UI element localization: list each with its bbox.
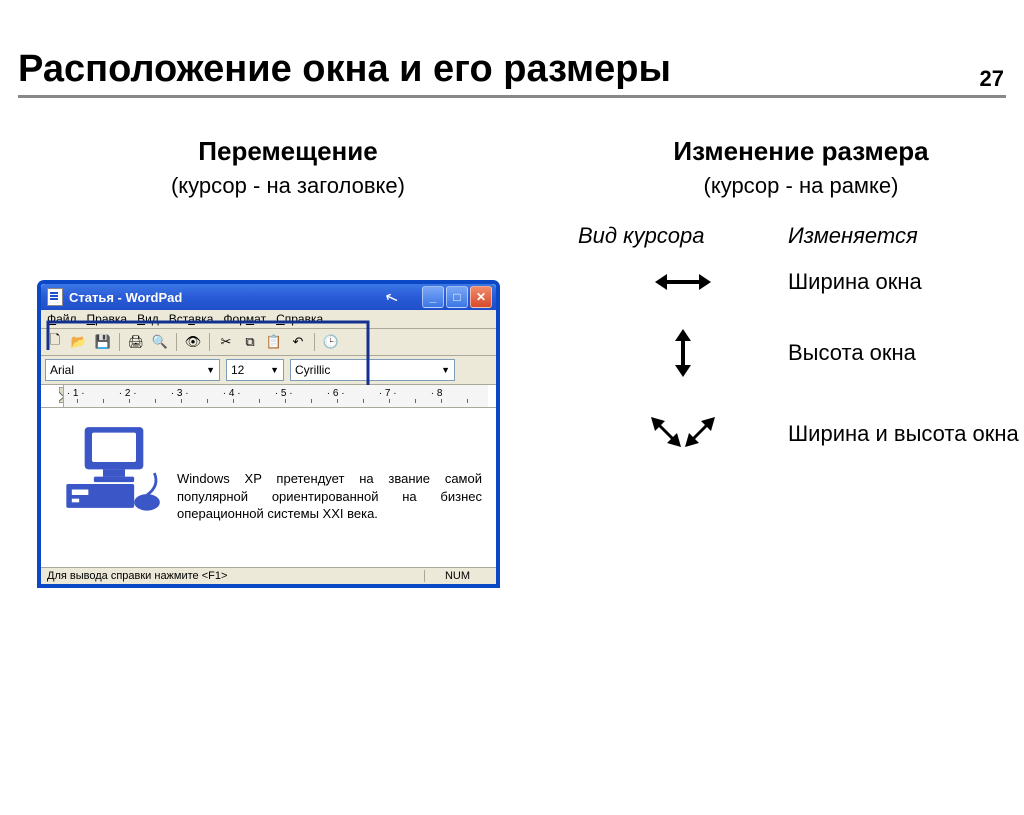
right-note: (курсор - на рамке) [578, 173, 1024, 199]
title-underline [18, 95, 1006, 98]
menu-view[interactable]: Вид [137, 312, 159, 326]
menu-edit[interactable]: Правка [87, 312, 128, 326]
undo-icon[interactable]: ↶ [288, 332, 308, 352]
slide-title: Расположение окна и его размеры [18, 48, 1024, 91]
wordpad-title-text: Статья - WordPad [69, 290, 182, 305]
open-icon[interactable]: 📂 [69, 332, 89, 352]
font-value: Arial [50, 363, 74, 377]
fontsize-value: 12 [231, 363, 244, 377]
save-icon[interactable]: 💾 [93, 332, 113, 352]
table-col1-header: Вид курсора [578, 223, 788, 249]
new-icon[interactable]: 🗋 [45, 332, 65, 352]
script-value: Cyrillic [295, 363, 330, 377]
left-note: (курсор - на заголовке) [38, 173, 538, 199]
find-icon[interactable]: 👁 [183, 332, 203, 352]
wordpad-statusbar: Для вывода справки нажмите <F1> NUM [41, 567, 496, 584]
menu-format[interactable]: Формат [223, 312, 266, 326]
datetime-icon[interactable]: 🕒 [321, 332, 341, 352]
wordpad-menubar: Файл Правка Вид Вставка Формат Справка [41, 310, 496, 329]
cursor-table: Вид курсора Изменяется Ширина окна [578, 223, 1024, 457]
menu-help[interactable]: Справка [276, 312, 323, 326]
table-row: Ширина и высота окна [578, 411, 1024, 457]
ruler-marks: · 1 · · 2 · · 3 · · 4 · · 5 · · 6 · · 7 … [64, 388, 488, 399]
table-col2-header: Изменяется [788, 223, 918, 249]
wordpad-content[interactable]: Windows XP претендует на звание самой по… [41, 408, 496, 567]
wordpad-ruler[interactable]: · 1 · · 2 · · 3 · · 4 · · 5 · · 6 · · 7 … [41, 385, 496, 408]
right-heading: Изменение размера [578, 136, 1024, 167]
dropdown-icon: ▼ [441, 365, 450, 375]
script-select[interactable]: Cyrillic ▼ [290, 359, 455, 381]
wordpad-app-icon [47, 288, 63, 306]
wordpad-titlebar[interactable]: Статья - WordPad ↖ _ □ ✕ [41, 284, 496, 310]
preview-icon[interactable]: 🔍 [150, 332, 170, 352]
font-select[interactable]: Arial ▼ [45, 359, 220, 381]
status-numlock: NUM [424, 570, 490, 582]
row-label: Высота окна [788, 340, 916, 366]
cut-icon[interactable]: ✂ [216, 332, 236, 352]
close-button[interactable]: ✕ [470, 286, 492, 308]
copy-icon[interactable]: ⧉ [240, 332, 260, 352]
paste-icon[interactable]: 📋 [264, 332, 284, 352]
wordpad-window: Статья - WordPad ↖ _ □ ✕ Файл Правка Вид… [38, 281, 499, 587]
menu-file[interactable]: Файл [47, 312, 77, 326]
row-label: Ширина и высота окна [788, 421, 1019, 447]
menu-insert[interactable]: Вставка [169, 312, 214, 326]
wordpad-toolbar: 🗋 📂 💾 🖨 🔍 👁 ✂ ⧉ 📋 ↶ 🕒 [41, 329, 496, 356]
dropdown-icon: ▼ [270, 365, 279, 375]
wordpad-formatbar: Arial ▼ 12 ▼ Cyrillic ▼ [41, 356, 496, 385]
print-icon[interactable]: 🖨 [126, 332, 146, 352]
horizontal-resize-cursor-icon [653, 270, 713, 294]
fontsize-select[interactable]: 12 ▼ [226, 359, 284, 381]
maximize-button[interactable]: □ [446, 286, 468, 308]
vertical-resize-cursor-icon [671, 327, 695, 379]
left-heading: Перемещение [38, 136, 538, 167]
minimize-button[interactable]: _ [422, 286, 444, 308]
dropdown-icon: ▼ [206, 365, 215, 375]
diagonal-resize-cursor-icon [643, 411, 723, 457]
computer-illustration-icon [59, 420, 169, 515]
page-number: 27 [980, 66, 1004, 92]
table-row: Высота окна [578, 327, 1024, 379]
cursor-arrow-icon: ↖ [382, 286, 401, 309]
table-row: Ширина окна [578, 269, 1024, 295]
row-label: Ширина окна [788, 269, 922, 295]
status-help-text: Для вывода справки нажмите <F1> [47, 570, 227, 582]
